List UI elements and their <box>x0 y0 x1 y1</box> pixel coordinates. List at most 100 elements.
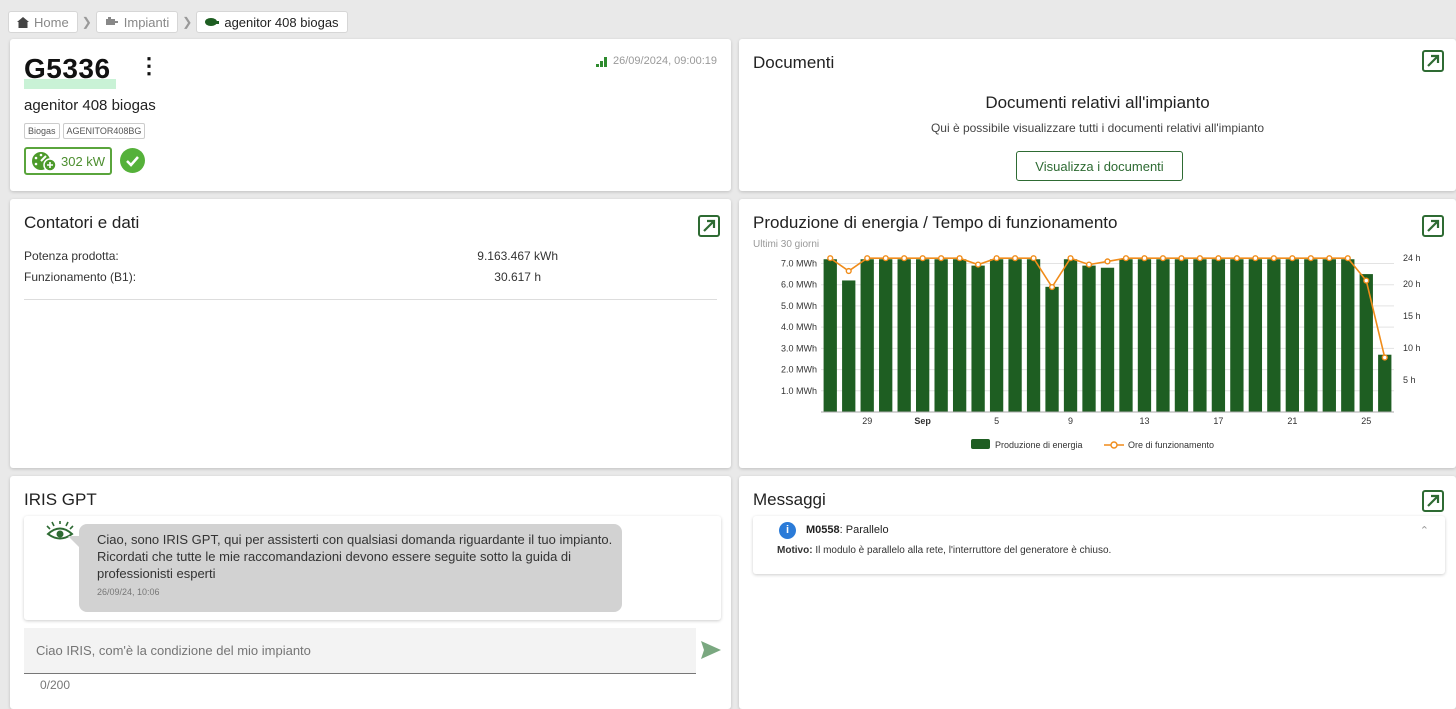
char-counter: 0/200 <box>40 678 71 692</box>
energy-bar <box>1378 354 1392 412</box>
breadcrumb-plants-label: Impianti <box>123 14 170 30</box>
breadcrumb: Home ❯ Impianti ❯ agenitor 408 biogas <box>8 11 348 33</box>
energy-bar <box>934 259 948 412</box>
hours-point <box>1067 255 1074 262</box>
y-left-tick-label: 1.0 MWh <box>781 386 817 396</box>
breadcrumb-current[interactable]: agenitor 408 biogas <box>196 11 348 33</box>
energy-bar <box>1248 259 1263 412</box>
breadcrumb-home-label: Home <box>34 14 69 30</box>
y-right-tick-label: 10 h <box>1403 343 1421 353</box>
energy-bar <box>1082 265 1096 412</box>
y-left-tick-label: 3.0 MWh <box>781 343 817 353</box>
open-external-icon[interactable] <box>1422 490 1444 512</box>
counter-label: Funzionamento (B1): <box>24 270 137 284</box>
y-left-tick-label: 7.0 MWh <box>781 258 817 268</box>
tag-type: Biogas <box>24 123 60 139</box>
chat-bubble: Ciao, sono IRIS GPT, qui per assisterti … <box>79 524 622 612</box>
send-icon[interactable] <box>701 641 721 659</box>
message-header: M0558: Parallelo <box>806 524 889 536</box>
legend-bar-label: Produzione di energia <box>995 440 1083 450</box>
hours-point <box>845 267 852 275</box>
hours-point <box>1141 255 1148 262</box>
hours-point <box>1252 255 1259 262</box>
y-right-tick-label: 15 h <box>1403 311 1421 321</box>
energy-bar <box>1304 259 1318 412</box>
breadcrumb-current-label: agenitor 408 biogas <box>224 14 339 30</box>
iris-title: IRIS GPT <box>24 490 97 509</box>
hours-point <box>901 255 908 262</box>
plant-code: G5336 <box>24 53 111 84</box>
chat-message: Ciao, sono IRIS GPT, qui per assisterti … <box>97 532 613 581</box>
energy-bar <box>860 259 874 412</box>
chat-time: 26/09/24, 10:06 <box>97 587 160 597</box>
chat-input[interactable] <box>24 628 696 674</box>
documents-card: Documenti Documenti relativi all'impiant… <box>739 39 1456 191</box>
info-icon: i <box>779 522 796 539</box>
energy-bar <box>1156 259 1170 412</box>
chevron-up-icon[interactable]: ⌃ <box>1420 524 1429 537</box>
energy-bar <box>1063 259 1078 412</box>
energy-bar <box>897 259 911 412</box>
hours-point <box>1307 255 1314 262</box>
hours-point <box>1363 277 1370 284</box>
legend-line-label: Ore di funzionamento <box>1128 440 1214 450</box>
gauge-icon <box>32 152 57 171</box>
energy-bar <box>1322 259 1336 412</box>
breadcrumb-plants[interactable]: Impianti <box>95 11 179 33</box>
counters-title: Contatori e dati <box>24 213 140 232</box>
chat-history: Ciao, sono IRIS GPT, qui per assisterti … <box>24 516 721 620</box>
plant-icon <box>105 17 118 25</box>
status-ok-icon <box>120 148 145 173</box>
hours-point <box>1289 255 1296 262</box>
tag-model: AGENITOR408BG <box>62 123 146 139</box>
plant-timestamp: 26/09/2024, 09:00:19 <box>596 55 717 67</box>
plant-name: agenitor 408 biogas <box>24 97 156 114</box>
energy-bar <box>1341 259 1355 412</box>
energy-bar <box>1230 259 1244 412</box>
more-options-icon[interactable]: ⋮ <box>138 55 160 77</box>
hours-point <box>938 255 945 262</box>
hours-point <box>1104 258 1111 265</box>
y-right-tick-label: 20 h <box>1403 279 1421 289</box>
reason-label: Motivo: <box>777 545 813 556</box>
energy-bar <box>1008 259 1022 412</box>
energy-bar <box>1137 259 1152 412</box>
x-tick-label: 9 <box>1068 416 1073 426</box>
hours-point <box>1122 255 1130 262</box>
energy-bar <box>1267 259 1281 412</box>
plant-tags: Biogas AGENITOR408BG <box>24 123 146 139</box>
counter-label: Potenza prodotta: <box>24 249 119 263</box>
hours-point <box>1196 255 1204 262</box>
documents-heading: Documenti relativi all'impianto <box>985 93 1210 112</box>
documents-subtitle: Qui è possibile visualizzare tutti i doc… <box>930 121 1265 135</box>
energy-bar <box>1100 267 1115 412</box>
hours-point <box>1326 255 1333 262</box>
counter-value: 9.163.467 kWh <box>477 249 558 263</box>
open-external-icon[interactable] <box>1422 50 1444 72</box>
power-value: 302 kW <box>61 153 106 169</box>
chevron-right-icon: ❯ <box>182 15 193 29</box>
energy-bar <box>1285 259 1299 412</box>
legend-line-marker <box>1110 441 1118 449</box>
message-item[interactable]: i M0558: Parallelo ⌃ Motivo: Il modulo è… <box>753 516 1445 574</box>
energy-bar <box>971 265 985 412</box>
hours-point <box>1270 255 1277 262</box>
energy-bar <box>952 259 967 412</box>
plant-timestamp-text: 26/09/2024, 09:00:19 <box>613 55 717 67</box>
reason-text: Il modulo è parallelo alla rete, l'inter… <box>812 545 1112 556</box>
messages-card: Messaggi i M0558: Parallelo ⌃ Motivo: Il… <box>739 476 1456 709</box>
breadcrumb-home[interactable]: Home <box>8 11 78 33</box>
signal-icon <box>596 56 608 67</box>
power-badge: 302 kW <box>24 147 113 175</box>
hours-point <box>1178 255 1185 262</box>
x-tick-label: 17 <box>1213 416 1223 426</box>
open-external-icon[interactable] <box>698 215 720 237</box>
energy-chart: 1.0 MWh 2.0 MWh 3.0 MWh 4.0 MWh 5.0 MWh 6.0 M… <box>781 253 1421 450</box>
hours-point <box>919 255 926 262</box>
messages-title: Messaggi <box>753 490 826 509</box>
legend-bar-swatch <box>971 439 990 449</box>
hours-point <box>1030 255 1037 262</box>
view-documents-button[interactable]: Visualizza i documenti <box>1016 151 1183 181</box>
x-tick-label: 13 <box>1139 416 1149 426</box>
iris-card: IRIS GPT Ciao, sono IRIS GPT, qui per as… <box>10 476 731 709</box>
